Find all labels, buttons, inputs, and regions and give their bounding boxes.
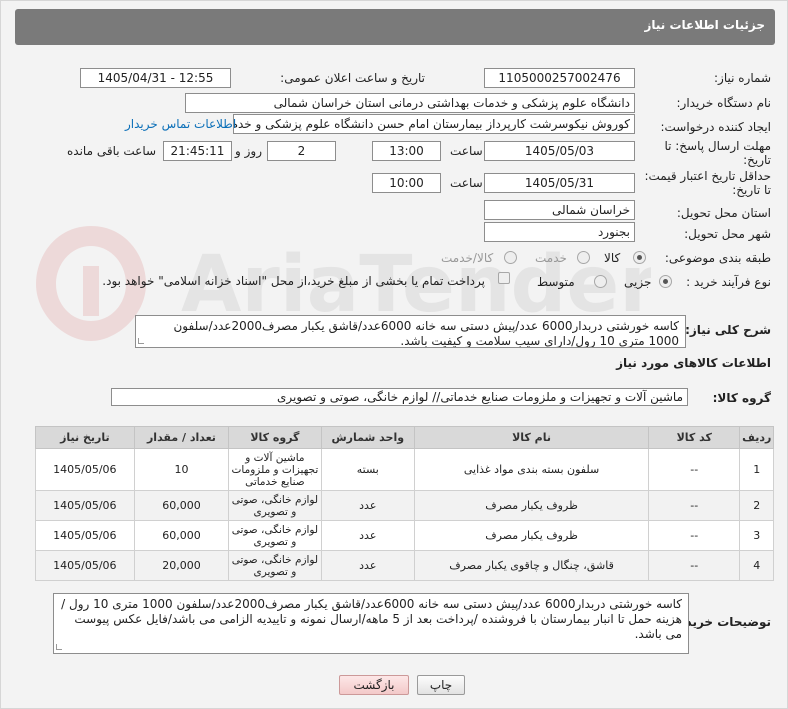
cell-date: 1405/05/06 (35, 520, 135, 551)
category-option-goods: کالا (604, 251, 621, 265)
price-validity-time-field[interactable]: 10:00 (372, 173, 441, 193)
delivery-city-field[interactable]: بجنورد (484, 222, 635, 242)
requester-field[interactable]: کوروش نیکوسرشت کارپرداز بیمارستان امام ح… (233, 114, 635, 134)
cell-unit: عدد (320, 520, 416, 551)
table-row[interactable]: 3 -- ظروف یکبار مصرف عدد لوازم خانگی، صو… (35, 520, 774, 551)
price-validity-time-label: ساعت (450, 176, 483, 190)
reply-date-field[interactable]: 1405/05/03 (484, 141, 635, 161)
price-validity-date-field[interactable]: 1405/05/31 (484, 173, 635, 193)
category-radio-goods-service[interactable] (504, 251, 517, 264)
purchase-type-label: نوع فرآیند خرید : (686, 275, 771, 289)
cell-qty: 10 (133, 448, 230, 491)
cell-unit: عدد (320, 490, 416, 521)
cell-date: 1405/05/06 (35, 490, 135, 521)
purchase-option-medium: متوسط (537, 275, 575, 289)
buyer-org-label: نام دستگاه خریدار: (676, 96, 772, 110)
cell-qty: 60,000 (133, 520, 230, 551)
cell-unit: عدد (320, 550, 416, 581)
delivery-province-label: استان محل تحویل: (676, 206, 771, 220)
col-group: گروه کالا (228, 426, 322, 449)
need-number-field[interactable]: 1105000257002476 (484, 68, 635, 88)
reply-deadline-label-2: تاریخ: (743, 153, 771, 167)
purchase-option-minor: جزیی (624, 275, 652, 289)
goods-group-label: گروه کالا: (712, 391, 771, 405)
cell-code: -- (648, 448, 741, 491)
table-header-row: ردیف کد کالا نام کالا واحد شمارش گروه کا… (35, 426, 774, 449)
cell-date: 1405/05/06 (35, 550, 135, 581)
delivery-city-label: شهر محل تحویل: (684, 227, 771, 241)
cell-name: سلفون بسته بندی مواد غذایی (413, 448, 650, 491)
category-label: طبقه بندی موضوعی: (664, 251, 771, 265)
table-row[interactable]: 4 -- قاشق، چنگال و چاقوی یکبار مصرف عدد … (35, 550, 774, 581)
col-code: کد کالا (648, 426, 741, 449)
reply-days-field[interactable]: 2 (267, 141, 336, 161)
buyer-contact-link[interactable]: اطلاعات تماس خریدار (125, 117, 236, 131)
cell-qty: 20,000 (133, 550, 230, 581)
col-date: تاریخ نیاز (35, 426, 135, 449)
purchase-radio-minor[interactable] (659, 275, 672, 288)
category-radio-service[interactable] (577, 251, 590, 264)
cell-group: لوازم خانگی، صوتی و تصویری (228, 550, 322, 581)
requester-label: ایجاد کننده درخواست: (660, 120, 771, 134)
resize-handle-icon[interactable] (56, 644, 62, 650)
delivery-province-field[interactable]: خراسان شمالی (484, 200, 635, 220)
print-button[interactable]: چاپ (417, 675, 465, 695)
cell-group: لوازم خانگی، صوتی و تصویری (228, 490, 322, 521)
cell-name: قاشق، چنگال و چاقوی یکبار مصرف (413, 550, 650, 581)
remaining-time-field[interactable]: 21:45:11 (163, 141, 232, 161)
cell-code: -- (648, 490, 741, 521)
reply-time-label: ساعت (450, 144, 483, 158)
cell-name: ظروف یکبار مصرف (413, 490, 650, 521)
items-table: ردیف کد کالا نام کالا واحد شمارش گروه کا… (35, 426, 774, 581)
goods-info-title: اطلاعات کالاهای مورد نیاز (616, 356, 771, 370)
cell-code: -- (648, 520, 741, 551)
reply-time-field[interactable]: 13:00 (372, 141, 441, 161)
announce-field[interactable]: 1405/04/31 - 12:55 (80, 68, 231, 88)
cell-row: 3 (739, 520, 774, 551)
buyer-org-field[interactable]: دانشگاه علوم پزشکی و خدمات بهداشتی درمان… (185, 93, 635, 113)
days-label: روز و (235, 144, 262, 158)
cell-row: 1 (739, 448, 774, 491)
price-validity-label-1: حداقل تاریخ اعتبار قیمت: (644, 169, 771, 183)
cell-group: لوازم خانگی، صوتی و تصویری (228, 520, 322, 551)
general-description-textarea[interactable]: کاسه خورشتی دربدار6000 عدد/پیش دستی سه خ… (135, 315, 686, 348)
category-option-service: خدمت (535, 251, 567, 265)
back-button[interactable]: بازگشت (339, 675, 409, 695)
cell-unit: بسته (320, 448, 416, 491)
cell-row: 4 (739, 550, 774, 581)
cell-name: ظروف یکبار مصرف (413, 520, 650, 551)
col-row: ردیف (739, 426, 774, 449)
treasury-payment-checkbox[interactable] (498, 272, 510, 284)
cell-date: 1405/05/06 (35, 448, 135, 491)
table-row[interactable]: 2 -- ظروف یکبار مصرف عدد لوازم خانگی، صو… (35, 490, 774, 521)
goods-group-field[interactable]: ماشین آلات و تجهیزات و ملزومات صنایع خدم… (111, 388, 688, 406)
category-radio-goods[interactable] (633, 251, 646, 264)
price-validity-label-2: تا تاریخ: (732, 183, 771, 197)
table-row[interactable]: 1 -- سلفون بسته بندی مواد غذایی بسته ماش… (35, 448, 774, 491)
need-number-label: شماره نیاز: (714, 71, 771, 85)
announce-label: تاریخ و ساعت اعلان عمومی: (280, 71, 425, 85)
remaining-label: ساعت باقی مانده (67, 144, 157, 158)
purchase-radio-medium[interactable] (594, 275, 607, 288)
page-frame: جزئیات اطلاعات نیاز AriaTender.net شماره… (0, 0, 788, 709)
reply-deadline-label-1: مهلت ارسال پاسخ: تا (664, 139, 771, 153)
category-option-goods-service: کالا/خدمت (441, 251, 494, 265)
cell-row: 2 (739, 490, 774, 521)
buyer-notes-textarea[interactable]: کاسه خورشتی دربدار6000 عدد/پیش دستی سه خ… (53, 593, 689, 654)
page-title: جزئیات اطلاعات نیاز (644, 18, 765, 32)
page-header: جزئیات اطلاعات نیاز (15, 9, 775, 45)
resize-handle-icon[interactable] (138, 338, 144, 344)
general-description-label: شرح کلی نیاز: (685, 323, 771, 337)
cell-group: ماشین آلات و تجهیزات و ملزومات صنایع خدم… (228, 448, 322, 491)
col-unit: واحد شمارش (320, 426, 416, 449)
cell-qty: 60,000 (133, 490, 230, 521)
col-qty: تعداد / مقدار (133, 426, 230, 449)
treasury-payment-note: پرداخت تمام یا بخشی از مبلغ خرید،از محل … (102, 274, 485, 288)
cell-code: -- (648, 550, 741, 581)
col-name: نام کالا (413, 426, 650, 449)
